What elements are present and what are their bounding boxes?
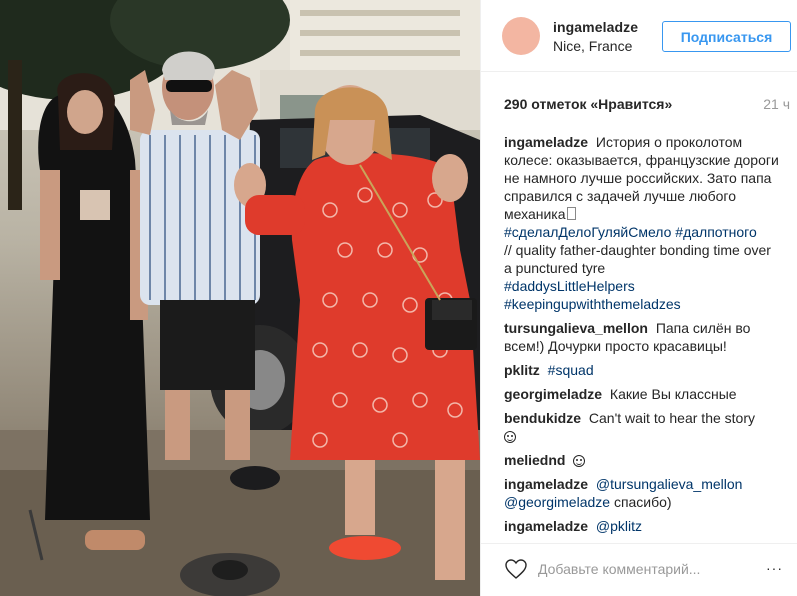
comment-item: pklitz #squad <box>504 361 779 379</box>
caption-hashtag-daddys[interactable]: #daddysLittleHelpers <box>504 278 635 294</box>
post-photo[interactable] <box>0 0 480 596</box>
post-time[interactable]: 21 ч <box>763 96 790 112</box>
comment-mention[interactable]: @pklitz <box>596 518 642 534</box>
post-location[interactable]: Nice, France <box>553 38 632 54</box>
comment-username[interactable]: georgimeladze <box>504 386 602 402</box>
smiling-face-icon <box>573 455 586 467</box>
comment-item: tursungalieva_mellon Папа силён во всем!… <box>504 319 779 355</box>
caption-hashtags[interactable]: #сделалДелоГуляйСмело #далпотного <box>504 224 757 240</box>
more-options-icon[interactable]: ··· <box>766 561 790 575</box>
instagram-post: ingameladze Nice, France Подписаться 290… <box>0 0 797 596</box>
comments-list[interactable]: ingameladze История о проколотом колесе:… <box>504 133 779 534</box>
heart-icon[interactable] <box>504 557 528 581</box>
comment-item: georgimeladze Какие Вы классные <box>504 385 779 403</box>
comment-text: спасибо) <box>613 494 672 510</box>
likes-count[interactable]: 290 отметок «Нравится» <box>504 96 672 112</box>
comment-item: bendukidze Can't wait to hear the story <box>504 409 779 445</box>
comment-mention[interactable]: @tursungalieva_mellon <box>596 476 743 492</box>
post-header: ingameladze Nice, France Подписаться <box>481 0 797 72</box>
post-username[interactable]: ingameladze <box>553 19 638 35</box>
comment-username[interactable]: tursungalieva_mellon <box>504 320 648 336</box>
comment-username[interactable]: meliednd <box>504 452 565 468</box>
post-sidebar: ingameladze Nice, France Подписаться 290… <box>480 0 797 596</box>
grinning-face-icon <box>504 431 516 443</box>
comment-item: meliednd <box>504 451 779 469</box>
comment-username[interactable]: ingameladze <box>504 476 588 492</box>
comment-username[interactable]: pklitz <box>504 362 540 378</box>
post-footer: ··· <box>481 543 797 596</box>
comment-item: ingameladze @pklitz <box>504 517 779 534</box>
caption: ingameladze История о проколотом колесе:… <box>504 133 779 313</box>
comment-item: ingameladze @tursungalieva_mellon @georg… <box>504 475 779 511</box>
follow-button[interactable]: Подписаться <box>662 21 791 52</box>
comment-text: Can't wait to hear the story <box>588 410 755 426</box>
comment-text: Какие Вы классные <box>609 386 737 402</box>
comment-mention[interactable]: @georgimeladze <box>504 494 610 510</box>
comment-username[interactable]: ingameladze <box>504 518 588 534</box>
photo-illustration <box>0 0 480 596</box>
comment-username[interactable]: bendukidze <box>504 410 581 426</box>
missing-glyph-icon <box>566 207 576 220</box>
caption-username[interactable]: ingameladze <box>504 134 588 150</box>
avatar[interactable] <box>502 17 540 55</box>
caption-text-english: // quality father-daughter bonding time … <box>504 242 771 276</box>
add-comment-input[interactable] <box>538 556 758 582</box>
comment-hashtag[interactable]: #squad <box>548 362 594 378</box>
caption-hashtag-keepingup[interactable]: #keepingupwiththemeladzes <box>504 296 681 312</box>
